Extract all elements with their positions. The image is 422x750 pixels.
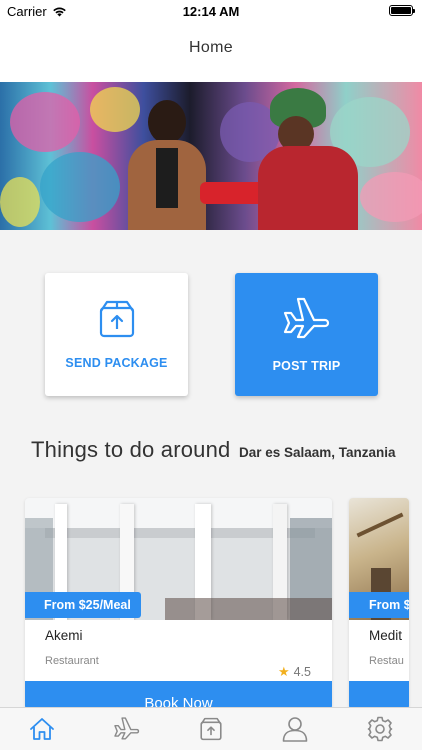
tab-packages[interactable] — [169, 708, 253, 750]
gear-icon — [367, 716, 393, 742]
price-tag: From $25/Meal — [25, 592, 141, 618]
navigation-bar: Home — [0, 22, 422, 82]
rating-value: 4.5 — [293, 665, 311, 679]
airplane-icon — [283, 297, 329, 338]
tab-profile[interactable] — [253, 708, 337, 750]
user-icon — [283, 717, 308, 742]
place-name: Akemi — [45, 628, 83, 643]
post-trip-button[interactable]: POST TRIP — [235, 273, 378, 396]
place-rating: ★ 4.5 — [278, 664, 311, 680]
status-time: 12:14 AM — [182, 4, 240, 19]
place-category: Restau — [369, 655, 404, 667]
tab-home[interactable] — [0, 708, 84, 750]
tab-settings[interactable] — [338, 708, 422, 750]
section-title: Things to do around Dar es Salaam, Tanza… — [31, 437, 396, 463]
actions-section: SEND PACKAGE POST TRIP — [0, 230, 422, 420]
send-package-label: SEND PACKAGE — [65, 355, 168, 370]
place-card[interactable]: From $25/Meal Akemi Restaurant ★ 4.5 Boo… — [25, 498, 332, 710]
airplane-icon — [113, 717, 139, 740]
hero-image — [0, 82, 422, 230]
place-name: Medit — [369, 628, 403, 643]
star-icon: ★ — [277, 664, 290, 679]
post-trip-label: POST TRIP — [272, 358, 341, 373]
send-package-button[interactable]: SEND PACKAGE — [45, 273, 188, 396]
book-now-button[interactable] — [349, 681, 409, 710]
section-title-lead: Things to do around — [31, 437, 231, 462]
price-tag: From $ — [349, 592, 409, 618]
place-card[interactable]: From $ Medit Restau — [349, 498, 409, 710]
status-bar: Carrier 12:14 AM — [0, 0, 422, 22]
tab-trips[interactable] — [84, 708, 168, 750]
home-icon — [30, 718, 55, 740]
tab-bar — [0, 707, 422, 750]
package-icon — [200, 717, 222, 741]
section-location[interactable]: Dar es Salaam, Tanzania — [239, 445, 396, 460]
package-upload-icon — [99, 300, 134, 337]
battery-icon — [389, 5, 415, 16]
page-title: Home — [189, 38, 233, 56]
place-category: Restaurant — [45, 655, 99, 667]
book-now-button[interactable]: Book Now — [25, 681, 332, 710]
